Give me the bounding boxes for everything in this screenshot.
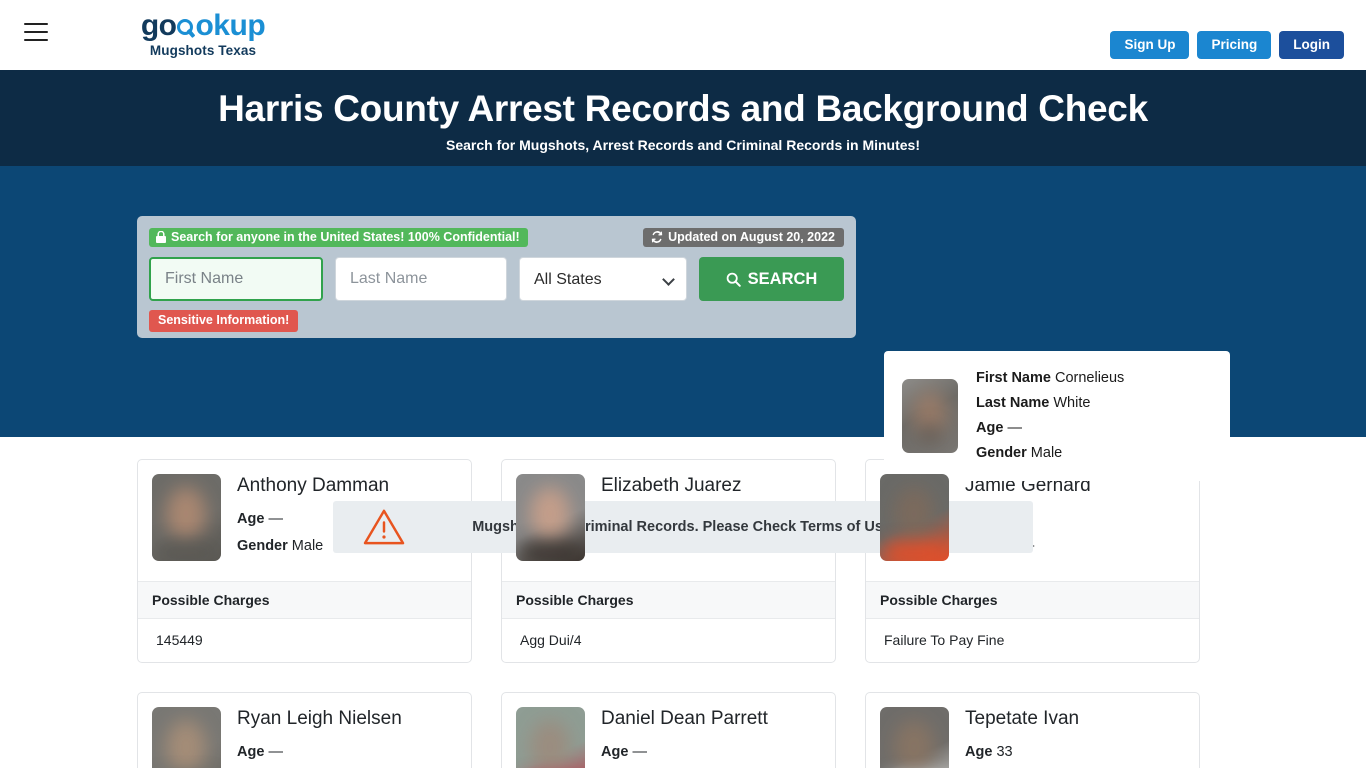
- search-panel-top: Search for anyone in the United States! …: [149, 227, 844, 248]
- refresh-icon: [651, 231, 663, 243]
- possible-charges-header: Possible Charges: [866, 580, 1199, 619]
- warning-triangle-icon: [363, 509, 405, 545]
- first-name-input[interactable]: [149, 257, 323, 301]
- last-name-input[interactable]: [335, 257, 507, 301]
- featured-person-card[interactable]: First Name Cornelieus Last Name White Ag…: [884, 351, 1230, 481]
- search-form: All States SEARCH: [149, 257, 844, 301]
- result-card-body: Ryan Leigh NielsenAge —Gender —: [138, 693, 471, 768]
- featured-age-label: Age: [976, 420, 1004, 436]
- mugshot-photo: [880, 706, 949, 768]
- mugshot-photo: [516, 474, 585, 561]
- featured-age-value: —: [1007, 420, 1022, 436]
- site-logo[interactable]: go okup Mugshots Texas: [137, 11, 269, 58]
- state-select[interactable]: All States: [519, 257, 687, 301]
- featured-last-name-row: Last Name White: [976, 391, 1124, 416]
- search-button-label: SEARCH: [747, 269, 818, 288]
- featured-person-info: First Name Cornelieus Last Name White Ag…: [976, 366, 1124, 466]
- possible-charges-header: Possible Charges: [138, 580, 471, 619]
- possible-charges-header: Possible Charges: [502, 580, 835, 619]
- result-card-body: Daniel Dean ParrettAge —Gender Male: [502, 693, 835, 768]
- mugshot-photo: [152, 706, 221, 768]
- result-age-value: 33: [996, 743, 1013, 760]
- featured-first-name-value: Cornelieus: [1054, 370, 1125, 386]
- result-card[interactable]: Elizabeth JuarezAge —Gender —Possible Ch…: [501, 459, 836, 663]
- lock-icon: [156, 231, 166, 243]
- result-age-label: Age: [237, 743, 265, 760]
- featured-mugshot-photo: [902, 379, 958, 453]
- hamburger-bar: [24, 39, 48, 41]
- page-title: Harris County Arrest Records and Backgro…: [218, 88, 1148, 129]
- possible-charges-value: Agg Dui/4: [520, 631, 582, 648]
- result-age-row: Age —: [601, 744, 768, 760]
- result-age-label: Age: [237, 510, 265, 527]
- featured-age-row: Age —: [976, 416, 1124, 441]
- hamburger-bar: [24, 23, 48, 25]
- possible-charges-value: 145449: [156, 631, 203, 648]
- magnifier-o-icon: [176, 18, 195, 39]
- result-age-value: —: [268, 743, 283, 760]
- results-section: Anthony Damman Age — Gender Male Possible C…: [0, 437, 1366, 768]
- page-subtitle: Search for Mugshots, Arrest Records and …: [445, 136, 921, 153]
- result-card[interactable]: Tepetate IvanAge 33Gender Male: [865, 691, 1200, 768]
- result-age-row: Age —: [237, 744, 402, 760]
- header-actions: Sign Up Pricing Login: [1110, 31, 1344, 60]
- login-button[interactable]: Login: [1279, 31, 1344, 60]
- result-person-name: Anthony Damman: [237, 475, 390, 496]
- featured-gender-value: Male: [1030, 445, 1063, 461]
- result-age-value: —: [268, 510, 283, 527]
- result-person-name: Ryan Leigh Nielsen: [237, 707, 402, 729]
- result-person-name: Tepetate Ivan: [965, 707, 1080, 729]
- result-person-name: Elizabeth Juarez: [601, 475, 742, 496]
- featured-first-name-label: First Name: [976, 370, 1051, 386]
- logo-text-okup: okup: [195, 9, 266, 42]
- logo-subtitle: Mugshots Texas: [149, 43, 257, 58]
- result-person-name: Daniel Dean Parrett: [601, 707, 768, 729]
- result-card[interactable]: Jamie GerhardAge —Gender —Possible Charg…: [865, 459, 1200, 663]
- result-card[interactable]: Ryan Leigh NielsenAge —Gender —: [137, 691, 472, 768]
- featured-last-name-label: Last Name: [976, 395, 1050, 411]
- pricing-button[interactable]: Pricing: [1197, 31, 1272, 60]
- hero-banner: Harris County Arrest Records and Backgro…: [0, 70, 1366, 166]
- featured-gender-row: Gender Male: [976, 441, 1124, 466]
- featured-gender-label: Gender: [976, 445, 1027, 461]
- search-panel: Search for anyone in the United States! …: [137, 216, 856, 338]
- featured-first-name-row: First Name Cornelieus: [976, 366, 1124, 391]
- featured-last-name-value: White: [1053, 395, 1091, 411]
- result-card-info: Ryan Leigh NielsenAge —Gender —: [237, 707, 402, 768]
- mugshot-photo: [516, 706, 585, 768]
- search-icon: [726, 272, 741, 287]
- updated-badge-text: Updated on August 20, 2022: [668, 229, 835, 244]
- confidential-badge-text: Search for anyone in the United States! …: [171, 229, 520, 244]
- result-gender-value: Male: [291, 537, 324, 554]
- hamburger-menu-icon[interactable]: [24, 23, 48, 41]
- result-card[interactable]: Anthony Damman Age — Gender Male Possible C…: [137, 459, 472, 663]
- confidential-badge: Search for anyone in the United States! …: [149, 227, 528, 248]
- hamburger-bar: [24, 31, 48, 33]
- result-card-info: Daniel Dean ParrettAge —Gender Male: [601, 707, 768, 768]
- result-age-value: —: [632, 743, 647, 760]
- result-card[interactable]: Daniel Dean ParrettAge —Gender Male: [501, 691, 836, 768]
- result-gender-label: Gender: [237, 537, 288, 554]
- search-section: Search for anyone in the United States! …: [0, 166, 1366, 553]
- result-card-info: Tepetate IvanAge 33Gender Male: [965, 707, 1079, 768]
- sensitive-info-badge: Sensitive Information!: [149, 310, 299, 332]
- state-select-wrapper: All States: [519, 257, 687, 301]
- result-age-label: Age: [965, 743, 993, 760]
- result-card-body: Tepetate IvanAge 33Gender Male: [866, 693, 1199, 768]
- result-age-row: Age 33: [965, 744, 1079, 760]
- possible-charges-value: Failure To Pay Fine: [884, 631, 1005, 648]
- search-button[interactable]: SEARCH: [699, 257, 844, 301]
- mugshot-photo: [880, 474, 949, 561]
- logo-wordmark: go okup: [137, 11, 269, 41]
- logo-text-go: go: [140, 9, 177, 42]
- mugshot-photo: [152, 474, 221, 561]
- result-age-label: Age: [601, 743, 629, 760]
- site-header: go okup Mugshots Texas Sign Up Pricing Lo…: [0, 0, 1366, 70]
- signup-button[interactable]: Sign Up: [1110, 31, 1190, 60]
- updated-badge: Updated on August 20, 2022: [643, 227, 844, 248]
